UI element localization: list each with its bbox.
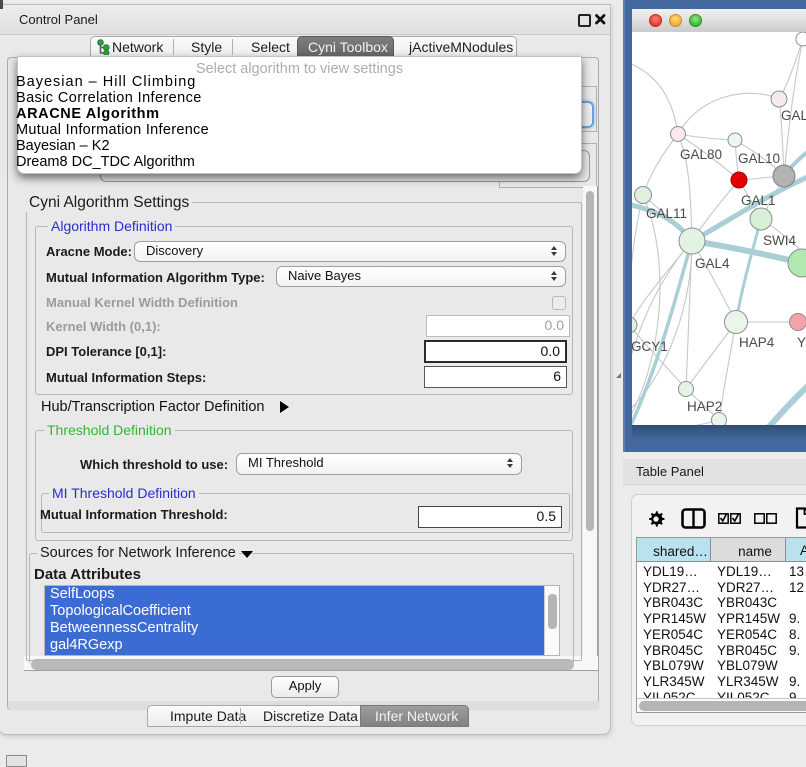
svg-text:GAL4: GAL4 bbox=[695, 256, 730, 271]
svg-text:GCY1: GCY1 bbox=[632, 339, 668, 354]
svg-text:SWI4: SWI4 bbox=[763, 233, 796, 248]
svg-text:GAL80: GAL80 bbox=[680, 147, 722, 162]
svg-text:HAP2: HAP2 bbox=[687, 399, 722, 414]
svg-text:Y: Y bbox=[797, 335, 806, 350]
svg-text:GAL10: GAL10 bbox=[738, 151, 780, 166]
svg-text:GAL1: GAL1 bbox=[741, 193, 776, 208]
svg-text:GAL11: GAL11 bbox=[646, 206, 687, 221]
svg-text:GAL8: GAL8 bbox=[781, 108, 806, 123]
svg-text:HAP4: HAP4 bbox=[739, 335, 775, 350]
